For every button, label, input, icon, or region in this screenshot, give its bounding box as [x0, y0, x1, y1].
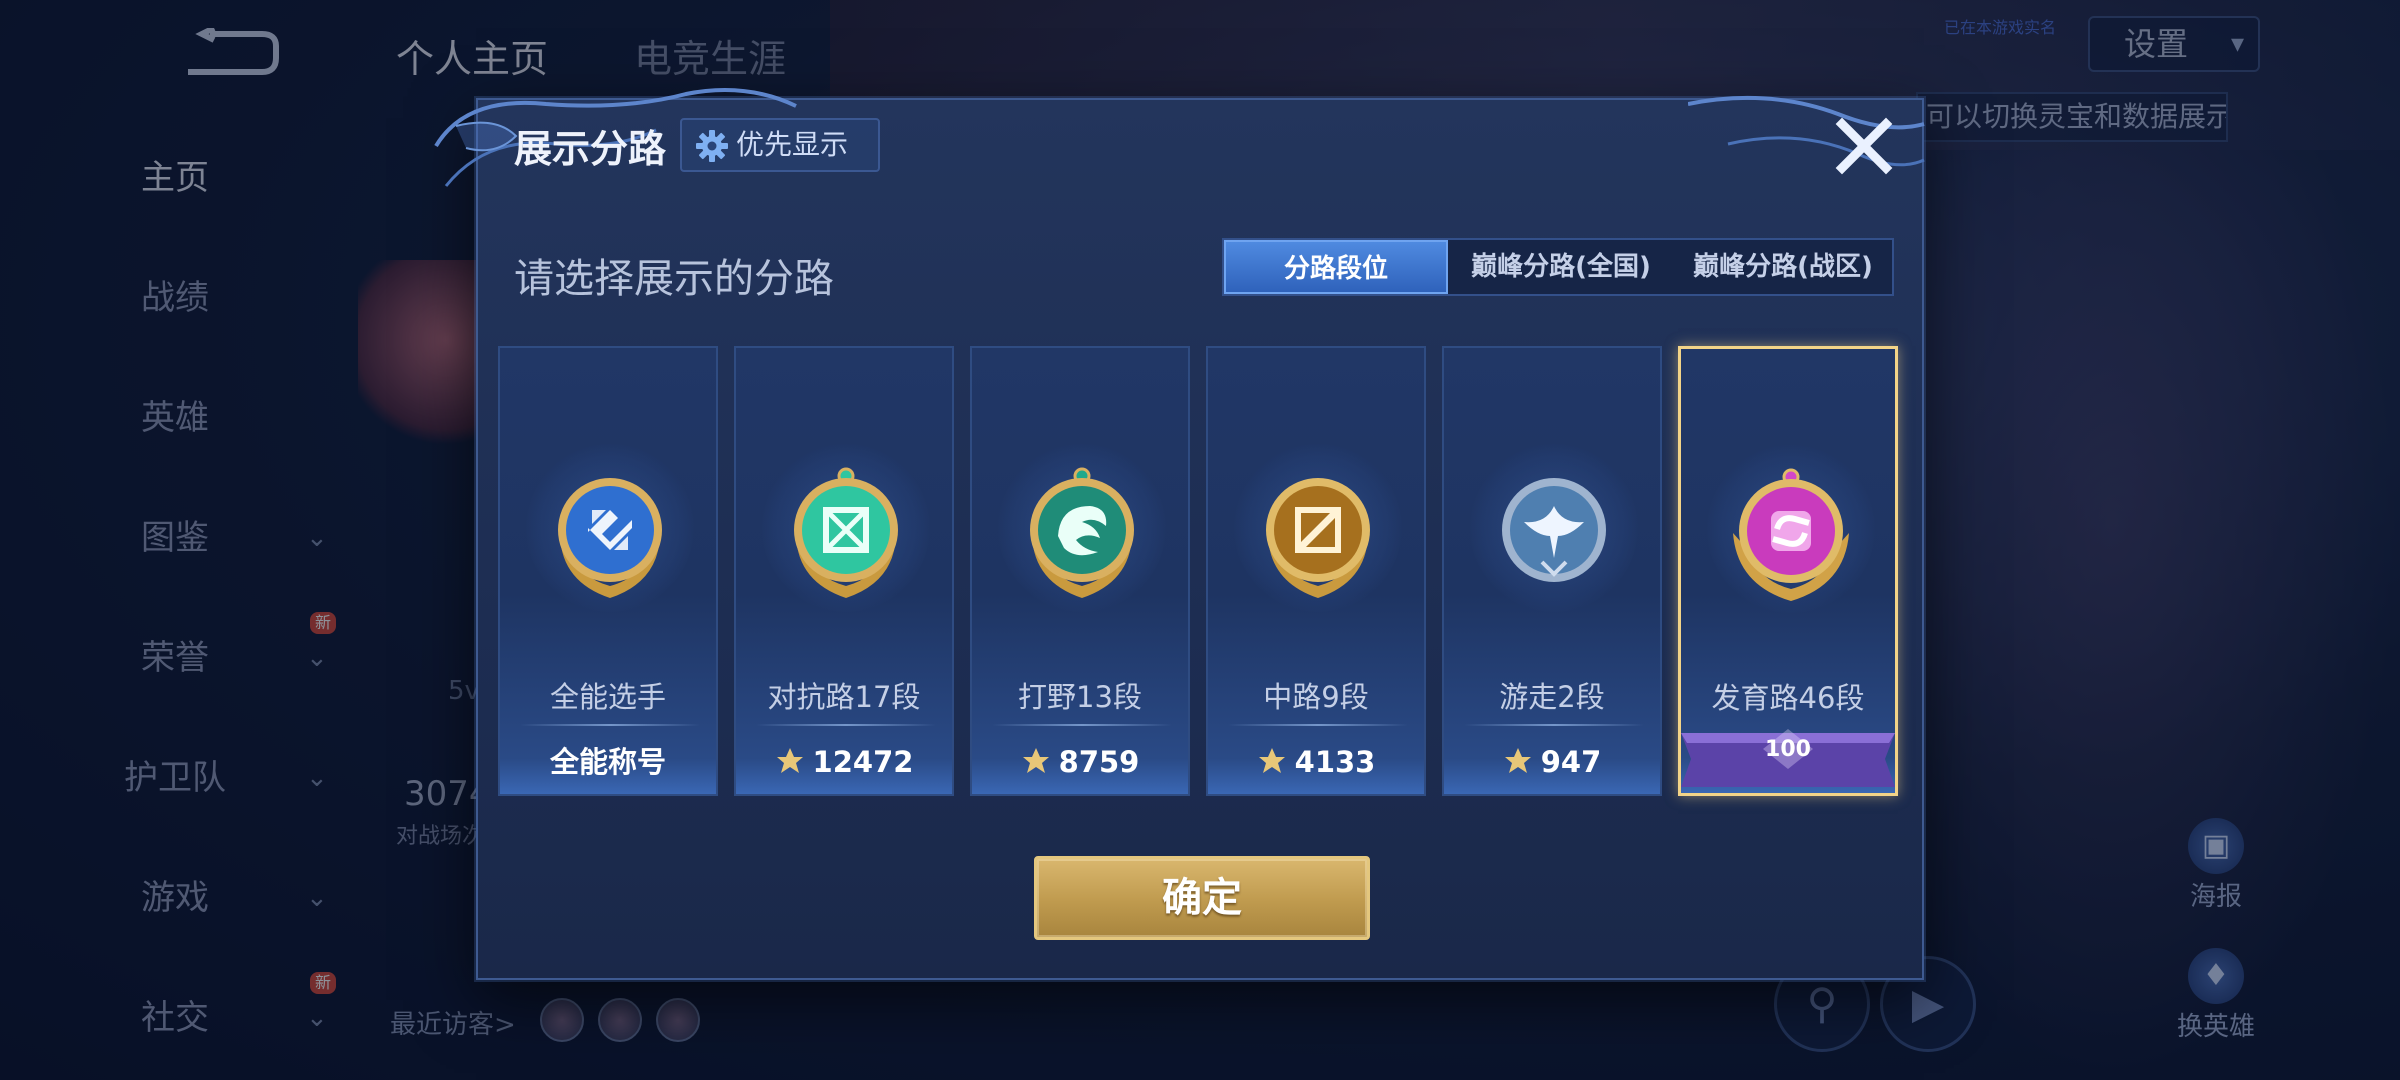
lane-card-name: 发育路46段 [1711, 681, 1865, 715]
lane-card-footer: 4133 [1208, 732, 1424, 794]
all-round-emblem-icon [558, 478, 662, 598]
tab-peak-lane-national[interactable]: 巅峰分路(全国) [1448, 240, 1674, 294]
lane-card-name: 中路9段 [1263, 680, 1369, 714]
points-icon [1504, 748, 1531, 773]
card-divider [992, 724, 1172, 726]
lane-card-farm-lane[interactable]: 发育路46段 100 [1678, 346, 1898, 796]
lane-card-name: 打野13段 [1018, 680, 1142, 714]
lane-card-footer-text: 全能称号 [549, 745, 666, 779]
jungle-emblem-icon [1030, 467, 1134, 598]
points-icon [776, 748, 803, 773]
card-divider [1464, 724, 1644, 726]
lane-card-list: 全能选手 全能称号 对抗路17段 12472 打野13段 8759 中路9段 4… [498, 346, 1904, 796]
lane-card-name: 对抗路17段 [767, 680, 921, 714]
lane-card-footer-text: 4133 [1294, 745, 1376, 779]
lane-card-name: 游走2段 [1499, 680, 1605, 714]
card-divider [1228, 724, 1408, 726]
lane-card-all-round[interactable]: 全能选手 全能称号 [498, 346, 718, 796]
lane-card-name: 全能选手 [549, 680, 666, 714]
lane-card-footer: 947 [1444, 732, 1660, 794]
peak-star-count: 100 [1765, 737, 1811, 762]
card-divider [520, 724, 700, 726]
lane-card-mid-lane[interactable]: 中路9段 4133 [1206, 346, 1426, 796]
confirm-button[interactable]: 确定 [1034, 856, 1370, 940]
tab-lane-rank[interactable]: 分路段位 [1224, 240, 1448, 294]
lane-card-footer-text: 947 [1540, 745, 1602, 779]
farm-lane-emblem-icon [1733, 468, 1849, 601]
lane-card-footer-text: 8759 [1058, 745, 1140, 779]
dialog-subtitle: 请选择展示的分路 [514, 256, 834, 302]
lane-type-tabs: 分路段位 巅峰分路(全国) 巅峰分路(战区) [1222, 238, 1894, 296]
lane-card-footer: 12472 [736, 732, 952, 794]
dialog-title: 展示分路 [514, 127, 667, 171]
lane-card-roam[interactable]: 游走2段 947 [1442, 346, 1662, 796]
priority-display-button[interactable]: 优先显示 [680, 118, 880, 172]
mid-lane-emblem-icon [1266, 478, 1370, 598]
clash-lane-emblem-icon [794, 467, 898, 598]
lane-card-footer: 8759 [972, 732, 1188, 794]
roam-emblem-icon [1502, 478, 1606, 582]
lane-card-jungle[interactable]: 打野13段 8759 [970, 346, 1190, 796]
display-lane-dialog: 展示分路 优先显示 请选择展示的分路 分路段位 巅峰分路(全国) 巅峰分路(战区… [434, 88, 1925, 980]
points-icon [1022, 748, 1049, 773]
card-divider [756, 724, 936, 726]
gear-icon [696, 130, 728, 162]
close-button[interactable] [1832, 114, 1896, 178]
priority-display-label: 优先显示 [736, 128, 849, 161]
lane-card-footer: 全能称号 [500, 732, 716, 794]
lane-card-footer-text: 12472 [812, 745, 914, 779]
close-icon [1835, 117, 1893, 175]
points-icon [1258, 748, 1285, 773]
tab-peak-lane-region[interactable]: 巅峰分路(战区) [1674, 240, 1892, 294]
lane-card-clash-lane[interactable]: 对抗路17段 12472 [734, 346, 954, 796]
